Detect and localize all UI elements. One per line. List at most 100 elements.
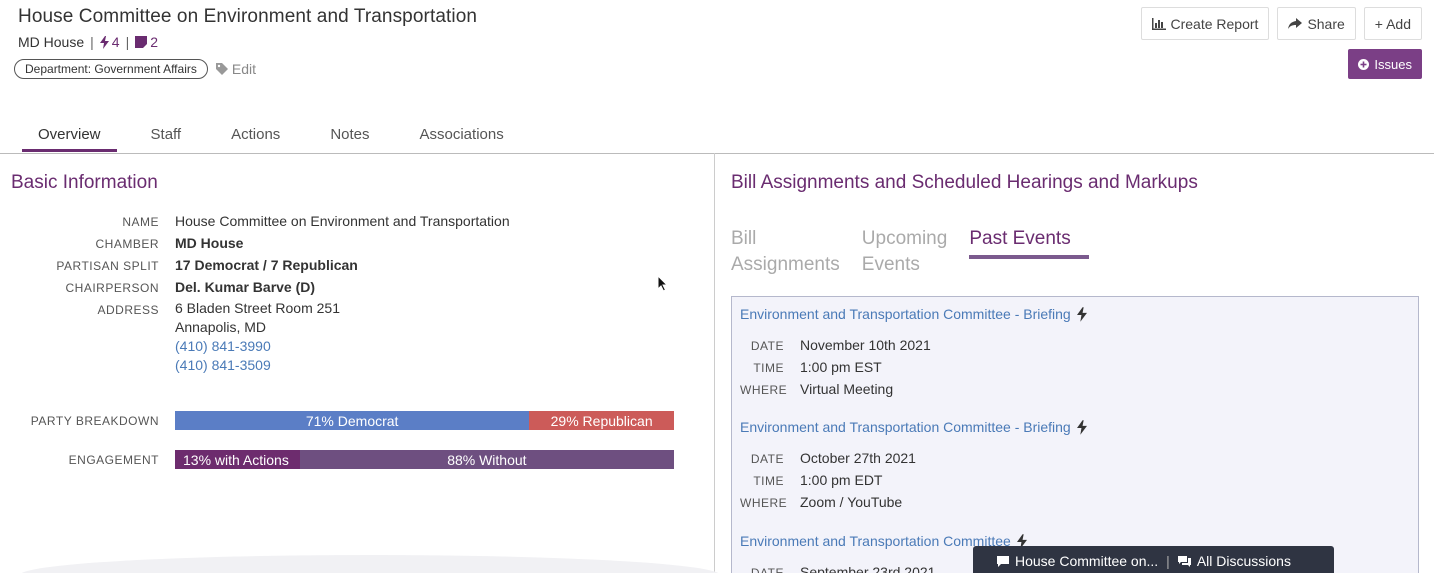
separator: |: [1166, 553, 1170, 569]
basic-info-grid: NAME House Committee on Environment and …: [0, 211, 700, 375]
date-label: DATE: [750, 339, 784, 353]
address-value: 6 Bladen Street Room 251 Annapolis, MD (…: [175, 299, 340, 375]
top-actions: Create Report Share + Add: [1140, 7, 1422, 40]
address-label: ADDRESS: [97, 303, 159, 317]
notes-count: 2: [150, 34, 159, 50]
event-item: Environment and Transportation Committee…: [740, 419, 1410, 514]
date-label: DATE: [750, 566, 784, 573]
detail-row: TIME 1:00 pm EDT: [740, 470, 1410, 492]
right-subtabs: Bill Assignments Upcoming Events Past Ev…: [731, 226, 1090, 278]
subtab-line: Assignments: [731, 254, 840, 275]
event-title: Environment and Transportation Committee…: [740, 419, 1071, 435]
engagement-bar: 13% with Actions 88% Without: [175, 450, 674, 469]
split-value: 17 Democrat / 7 Republican: [175, 257, 358, 273]
where-value: Zoom / YouTube: [800, 494, 903, 510]
info-row-name: NAME House Committee on Environment and …: [0, 211, 700, 233]
time-label: TIME: [753, 361, 784, 375]
event-title-link[interactable]: Environment and Transportation Committee…: [740, 419, 1410, 435]
republican-segment: 29% Republican: [529, 411, 674, 430]
subtab-line: Bill: [731, 228, 757, 249]
decorative-shadow: [20, 555, 720, 573]
all-discussions-link[interactable]: All Discussions: [1177, 553, 1291, 569]
time-value: 1:00 pm EDT: [800, 472, 883, 488]
bar-chart-icon: [1151, 17, 1166, 30]
share-icon: [1288, 17, 1303, 29]
info-row-address: ADDRESS 6 Bladen Street Room 251 Annapol…: [0, 299, 700, 375]
where-value: Virtual Meeting: [800, 381, 894, 397]
event-title: Environment and Transportation Committee: [740, 533, 1011, 549]
column-divider: [714, 153, 715, 573]
issues-label: Issues: [1374, 56, 1412, 72]
cursor-icon: [657, 274, 669, 292]
tag-row: Department: Government Affairs Edit: [14, 59, 256, 79]
event-item: Environment and Transportation Committee…: [740, 306, 1410, 401]
event-details: DATE November 10th 2021 TIME 1:00 pm EST W…: [740, 335, 1410, 401]
department-tag[interactable]: Department: Government Affairs: [14, 59, 208, 79]
info-row-split: PARTISAN SPLIT 17 Democrat / 7 Republica…: [0, 255, 700, 277]
basic-info-title: Basic Information: [11, 172, 158, 193]
chamber-text: MD House: [18, 34, 85, 50]
comment-icon: [997, 555, 1009, 567]
phone-link-2[interactable]: (410) 841-3509: [175, 356, 340, 375]
actions-count-link[interactable]: 4: [99, 34, 120, 50]
tab-associations[interactable]: Associations: [404, 123, 520, 150]
name-label: NAME: [122, 215, 159, 229]
comments-icon: [1177, 555, 1191, 567]
democrat-segment: 71% Democrat: [175, 411, 530, 430]
current-discussion-label: House Committee on...: [1015, 553, 1159, 569]
edit-label: Edit: [231, 61, 256, 77]
info-row-chair: CHAIRPERSON Del. Kumar Barve (D): [0, 277, 700, 299]
add-label: + Add: [1374, 15, 1411, 32]
tab-actions[interactable]: Actions: [215, 123, 296, 150]
create-report-button[interactable]: Create Report: [1140, 7, 1270, 40]
mouse-cursor: [657, 274, 669, 297]
detail-row: TIME 1:00 pm EST: [740, 357, 1410, 379]
notes-count-link[interactable]: 2: [135, 34, 158, 50]
event-title-link[interactable]: Environment and Transportation Committee…: [740, 306, 1410, 322]
past-events-list: Environment and Transportation Committee…: [731, 296, 1419, 573]
edit-tags-link[interactable]: Edit: [215, 61, 256, 77]
address-line-2: Annapolis, MD: [175, 319, 267, 335]
where-label: WHERE: [740, 496, 788, 510]
split-label: PARTISAN SPLIT: [56, 259, 159, 273]
party-breakdown-label: PARTY BREAKDOWN: [30, 413, 159, 428]
subtab-line: Events: [861, 254, 920, 275]
subtab-line: Upcoming: [861, 228, 948, 249]
all-discussions-label: All Discussions: [1196, 553, 1291, 569]
tab-overview[interactable]: Overview: [22, 123, 117, 152]
time-value: 1:00 pm EST: [800, 359, 882, 375]
tab-notes[interactable]: Notes: [314, 123, 385, 150]
subtab-bill-assignments[interactable]: Bill Assignments: [731, 226, 840, 278]
header-subline: MD House | 4 | 2: [18, 34, 477, 50]
subtab-upcoming-events[interactable]: Upcoming Events: [862, 226, 948, 278]
event-title: Environment and Transportation Committee…: [740, 306, 1071, 322]
current-discussion-link[interactable]: House Committee on...: [997, 553, 1158, 569]
issues-button[interactable]: Issues: [1348, 49, 1422, 79]
plus-circle-icon: [1358, 58, 1370, 70]
actions-count: 4: [111, 34, 120, 50]
bolt-icon: [1076, 419, 1087, 435]
add-button[interactable]: + Add: [1363, 7, 1422, 40]
event-details: DATE October 27th 2021 TIME 1:00 pm EDT WH…: [740, 448, 1410, 514]
chamber-label: CHAMBER: [95, 237, 159, 251]
tab-staff[interactable]: Staff: [135, 123, 198, 150]
bill-assignments-title: Bill Assignments and Scheduled Hearings …: [731, 172, 1198, 193]
share-button[interactable]: Share: [1277, 7, 1356, 40]
bolt-icon: [99, 35, 109, 49]
date-label: DATE: [750, 452, 784, 466]
phone-link-1[interactable]: (410) 841-3990: [175, 337, 340, 356]
without-actions-segment: 88% Without: [299, 450, 674, 469]
subtab-line: Past Events: [969, 228, 1071, 249]
subtab-past-events[interactable]: Past Events: [969, 226, 1090, 278]
time-label: TIME: [753, 474, 784, 488]
chair-value: Del. Kumar Barve (D): [175, 279, 316, 295]
detail-row: WHERE Zoom / YouTube: [740, 492, 1410, 514]
main-tabs: Overview Staff Actions Notes Association…: [22, 123, 538, 152]
with-actions-segment: 13% with Actions: [175, 450, 300, 469]
tag-icon: [215, 63, 228, 75]
chamber-value: MD House: [175, 235, 244, 251]
share-label: Share: [1307, 15, 1345, 32]
page-title: House Committee on Environment and Trans…: [18, 6, 478, 27]
party-breakdown-bar: 71% Democrat 29% Republican: [175, 411, 674, 430]
detail-row: DATE November 10th 2021: [740, 335, 1410, 357]
